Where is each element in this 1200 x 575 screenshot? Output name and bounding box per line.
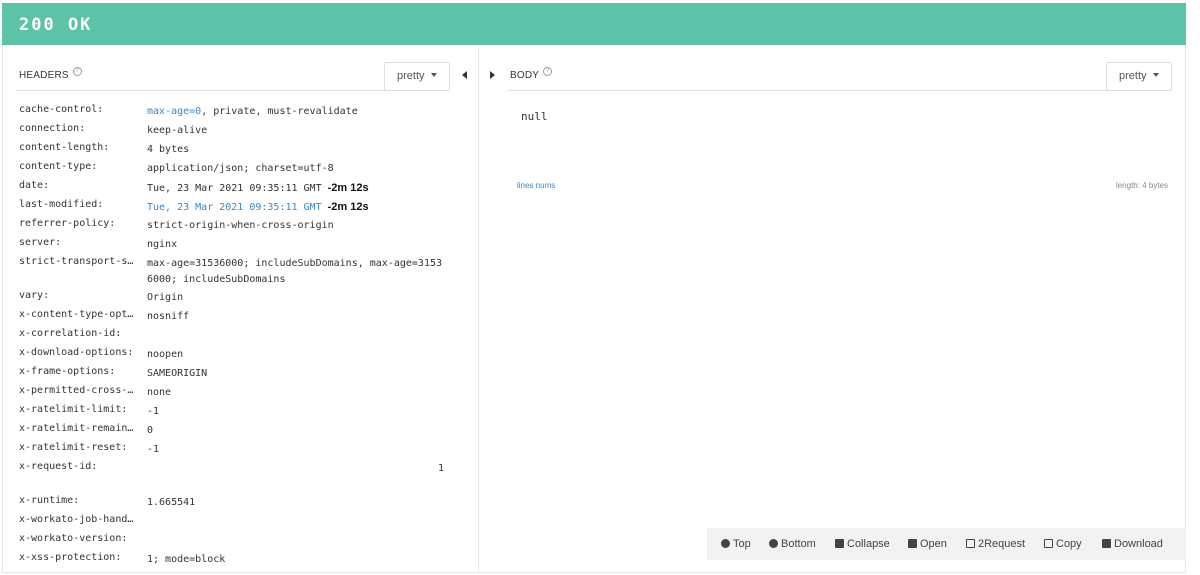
header-key: x-workato-version: — [19, 533, 128, 544]
header-value: max-age=31536000; includeSubDomains, max… — [147, 258, 443, 285]
bottom-label: Bottom — [781, 538, 816, 550]
copy-icon — [1044, 539, 1053, 548]
open-label: Open — [920, 538, 947, 550]
header-value: Origin — [147, 292, 184, 303]
headers-pretty-label: pretty — [397, 70, 425, 82]
header-value: none — [147, 387, 172, 398]
header-key: x-download-options: — [19, 347, 134, 358]
header-key: content-type: — [19, 161, 98, 172]
body-toolbar: Top Bottom Collapse Open 2Request Copy D… — [707, 528, 1186, 560]
status-text: 200 OK — [19, 15, 93, 35]
copy-label: Copy — [1056, 538, 1082, 550]
header-key: content-length: — [19, 142, 110, 153]
download-label: Download — [1114, 538, 1163, 550]
header-key: x-correlation-id: — [19, 328, 122, 339]
header-key: connection: — [19, 123, 86, 134]
bottom-button[interactable]: Bottom — [769, 538, 816, 550]
caret-down-icon — [1152, 73, 1159, 78]
header-value: 0 — [147, 425, 154, 436]
header-key: referrer-policy: — [19, 218, 116, 229]
minus-square-icon — [835, 539, 844, 548]
relative-time: -2m 12s — [327, 182, 369, 194]
header-value: -1 — [147, 406, 160, 417]
header-value: nginx — [147, 239, 178, 250]
header-key: last-modified: — [19, 199, 104, 210]
header-key: x-content-type-opt… — [19, 309, 134, 320]
header-value: noopen — [147, 349, 184, 360]
header-value: 4 bytes — [147, 144, 190, 155]
body-length: length: 4 bytes — [1115, 181, 1168, 190]
header-value: nosniff — [147, 311, 190, 322]
header-key: strict-transport-s… — [19, 256, 134, 267]
header-key: x-workato-job-hand… — [19, 514, 134, 525]
header-key: x-ratelimit-limit: — [19, 404, 128, 415]
copy-button[interactable]: Copy — [1044, 538, 1082, 550]
header-key: x-ratelimit-reset: — [19, 442, 128, 453]
download-icon — [1102, 539, 1111, 548]
header-value: application/json; charset=utf-8 — [147, 163, 334, 174]
collapse-label: Collapse — [847, 538, 890, 550]
plus-square-icon — [908, 539, 917, 548]
header-value: keep-alive — [147, 125, 208, 136]
header-key: x-ratelimit-remain… — [19, 423, 134, 434]
relative-time: -2m 12s — [327, 201, 369, 213]
header-value-link[interactable]: max-age=0 — [147, 106, 201, 117]
header-value: SAMEORIGIN — [147, 368, 208, 379]
header-key: x-request-id: — [19, 461, 98, 472]
header-value: Tue, 23 Mar 2021 09:35:11 GMT -2m 12s — [147, 180, 444, 197]
body-rule — [507, 90, 1167, 91]
header-value-link[interactable]: Tue, 23 Mar 2021 09:35:11 GMT — [147, 202, 322, 213]
header-key: x-xss-protection: — [19, 552, 122, 563]
header-value: 1.665541 — [147, 497, 196, 508]
top-label: Top — [733, 538, 751, 550]
status-bar: 200 OK — [2, 3, 1186, 45]
panel-divider[interactable] — [478, 47, 479, 573]
body-pretty-label: pretty — [1119, 70, 1147, 82]
header-value-text: Tue, 23 Mar 2021 09:35:11 GMT — [147, 183, 322, 194]
headers-pretty-dropdown[interactable]: pretty — [384, 62, 450, 91]
body-title-text: BODY — [510, 70, 540, 81]
header-key: date: — [19, 180, 50, 191]
header-value: -1 — [147, 444, 160, 455]
expand-right-arrow-icon[interactable] — [490, 71, 495, 79]
header-value: 1 — [437, 463, 444, 474]
header-value: strict-origin-when-cross-origin — [147, 220, 334, 231]
header-key: vary: — [19, 290, 50, 301]
to-request-label: 2Request — [978, 538, 1026, 550]
open-button[interactable]: Open — [908, 538, 947, 550]
to-request-button[interactable]: 2Request — [966, 538, 1025, 550]
header-value-text: , private, must-revalidate — [201, 106, 358, 117]
header-key: x-runtime: — [19, 495, 80, 506]
headers-title-text: HEADERS — [19, 70, 69, 81]
header-key: cache-control: — [19, 104, 104, 115]
header-key: server: — [19, 237, 62, 248]
headers-title: HEADERS? — [19, 67, 82, 81]
clipboard-icon — [966, 539, 975, 548]
body-title: BODY? — [510, 67, 553, 81]
headers-rule — [16, 90, 446, 91]
body-content: null — [521, 110, 548, 123]
download-button[interactable]: Download — [1102, 538, 1163, 550]
header-value: 1; mode=block — [147, 554, 226, 565]
body-pretty-dropdown[interactable]: pretty — [1106, 62, 1172, 91]
collapse-left-arrow-icon[interactable] — [462, 71, 467, 79]
header-key: x-permitted-cross-… — [19, 385, 134, 396]
header-value: Tue, 23 Mar 2021 09:35:11 GMT -2m 12s — [147, 199, 444, 216]
header-key: x-frame-options: — [19, 366, 116, 377]
top-button[interactable]: Top — [721, 538, 751, 550]
header-value: max-age=0, private, must-revalidate — [147, 104, 444, 120]
caret-down-icon — [430, 73, 437, 78]
help-icon[interactable]: ? — [543, 67, 553, 76]
collapse-button[interactable]: Collapse — [835, 538, 890, 550]
arrow-down-circle-icon — [769, 539, 778, 548]
lines-nums-link[interactable]: lines nums — [517, 181, 555, 190]
arrow-up-circle-icon — [721, 539, 730, 548]
help-icon[interactable]: ? — [72, 67, 82, 76]
